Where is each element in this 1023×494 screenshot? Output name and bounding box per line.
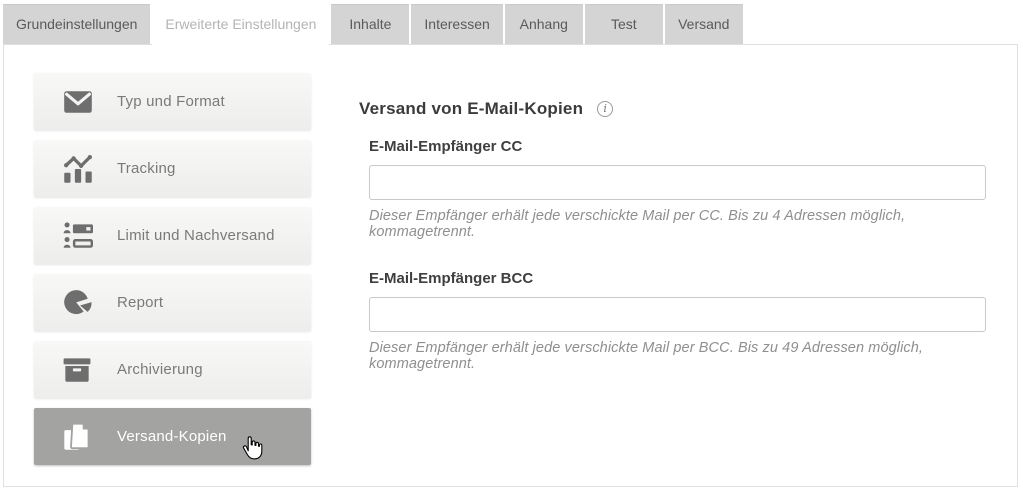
sidebar-item-versand-kopien[interactable]: Versand-Kopien xyxy=(34,408,311,465)
bcc-field-label: E-Mail-Empfänger BCC xyxy=(369,270,999,287)
tab-inhalte[interactable]: Inhalte xyxy=(331,4,409,44)
tab-test[interactable]: Test xyxy=(585,4,663,44)
sidebar: Typ und Format Tracking xyxy=(34,73,311,475)
cc-helper-text: Dieser Empfänger erhält jede verschickte… xyxy=(369,208,999,240)
sidebar-item-label: Typ und Format xyxy=(117,93,225,110)
sidebar-item-label: Versand-Kopien xyxy=(117,428,227,445)
bcc-helper-text: Dieser Empfänger erhält jede verschickte… xyxy=(369,340,999,372)
pie-chart-icon xyxy=(63,288,97,318)
sidebar-item-label: Report xyxy=(117,294,163,311)
mail-icon xyxy=(63,87,97,117)
sidebar-item-archivierung[interactable]: Archivierung xyxy=(34,341,311,398)
sidebar-item-tracking[interactable]: Tracking xyxy=(34,140,311,197)
sidebar-item-report[interactable]: Report xyxy=(34,274,311,331)
tab-anhang[interactable]: Anhang xyxy=(505,4,583,44)
info-circle-icon[interactable]: i xyxy=(597,101,613,117)
tab-grundeinstellungen[interactable]: Grundeinstellungen xyxy=(3,4,150,44)
content-header: Versand von E-Mail-Kopien i xyxy=(359,96,999,122)
sidebar-item-label: Limit und Nachversand xyxy=(117,227,275,244)
users-limit-icon xyxy=(63,221,97,251)
chart-trend-icon xyxy=(63,154,97,184)
cc-field-label: E-Mail-Empfänger CC xyxy=(369,138,999,155)
sidebar-item-limit-und-nachversand[interactable]: Limit und Nachversand xyxy=(34,207,311,264)
tab-erweiterte-einstellungen[interactable]: Erweiterte Einstellungen xyxy=(152,4,329,47)
field-bcc: E-Mail-Empfänger BCC Dieser Empfänger er… xyxy=(369,270,999,372)
sidebar-item-typ-und-format[interactable]: Typ und Format xyxy=(34,73,311,130)
main-content: Versand von E-Mail-Kopien i E-Mail-Empfä… xyxy=(359,96,999,402)
page-title: Versand von E-Mail-Kopien xyxy=(359,99,583,119)
bcc-input[interactable] xyxy=(369,297,986,332)
archive-box-icon xyxy=(63,355,97,385)
settings-panel: Typ und Format Tracking xyxy=(3,44,1018,487)
sidebar-item-label: Archivierung xyxy=(117,361,203,378)
tab-interessen[interactable]: Interessen xyxy=(411,4,502,44)
tab-bar: Grundeinstellungen Erweiterte Einstellun… xyxy=(3,4,743,47)
cc-input[interactable] xyxy=(369,165,986,200)
copy-pages-icon xyxy=(63,422,97,452)
field-cc: E-Mail-Empfänger CC Dieser Empfänger erh… xyxy=(369,138,999,240)
sidebar-item-label: Tracking xyxy=(117,160,176,177)
tab-versand[interactable]: Versand xyxy=(665,4,743,44)
